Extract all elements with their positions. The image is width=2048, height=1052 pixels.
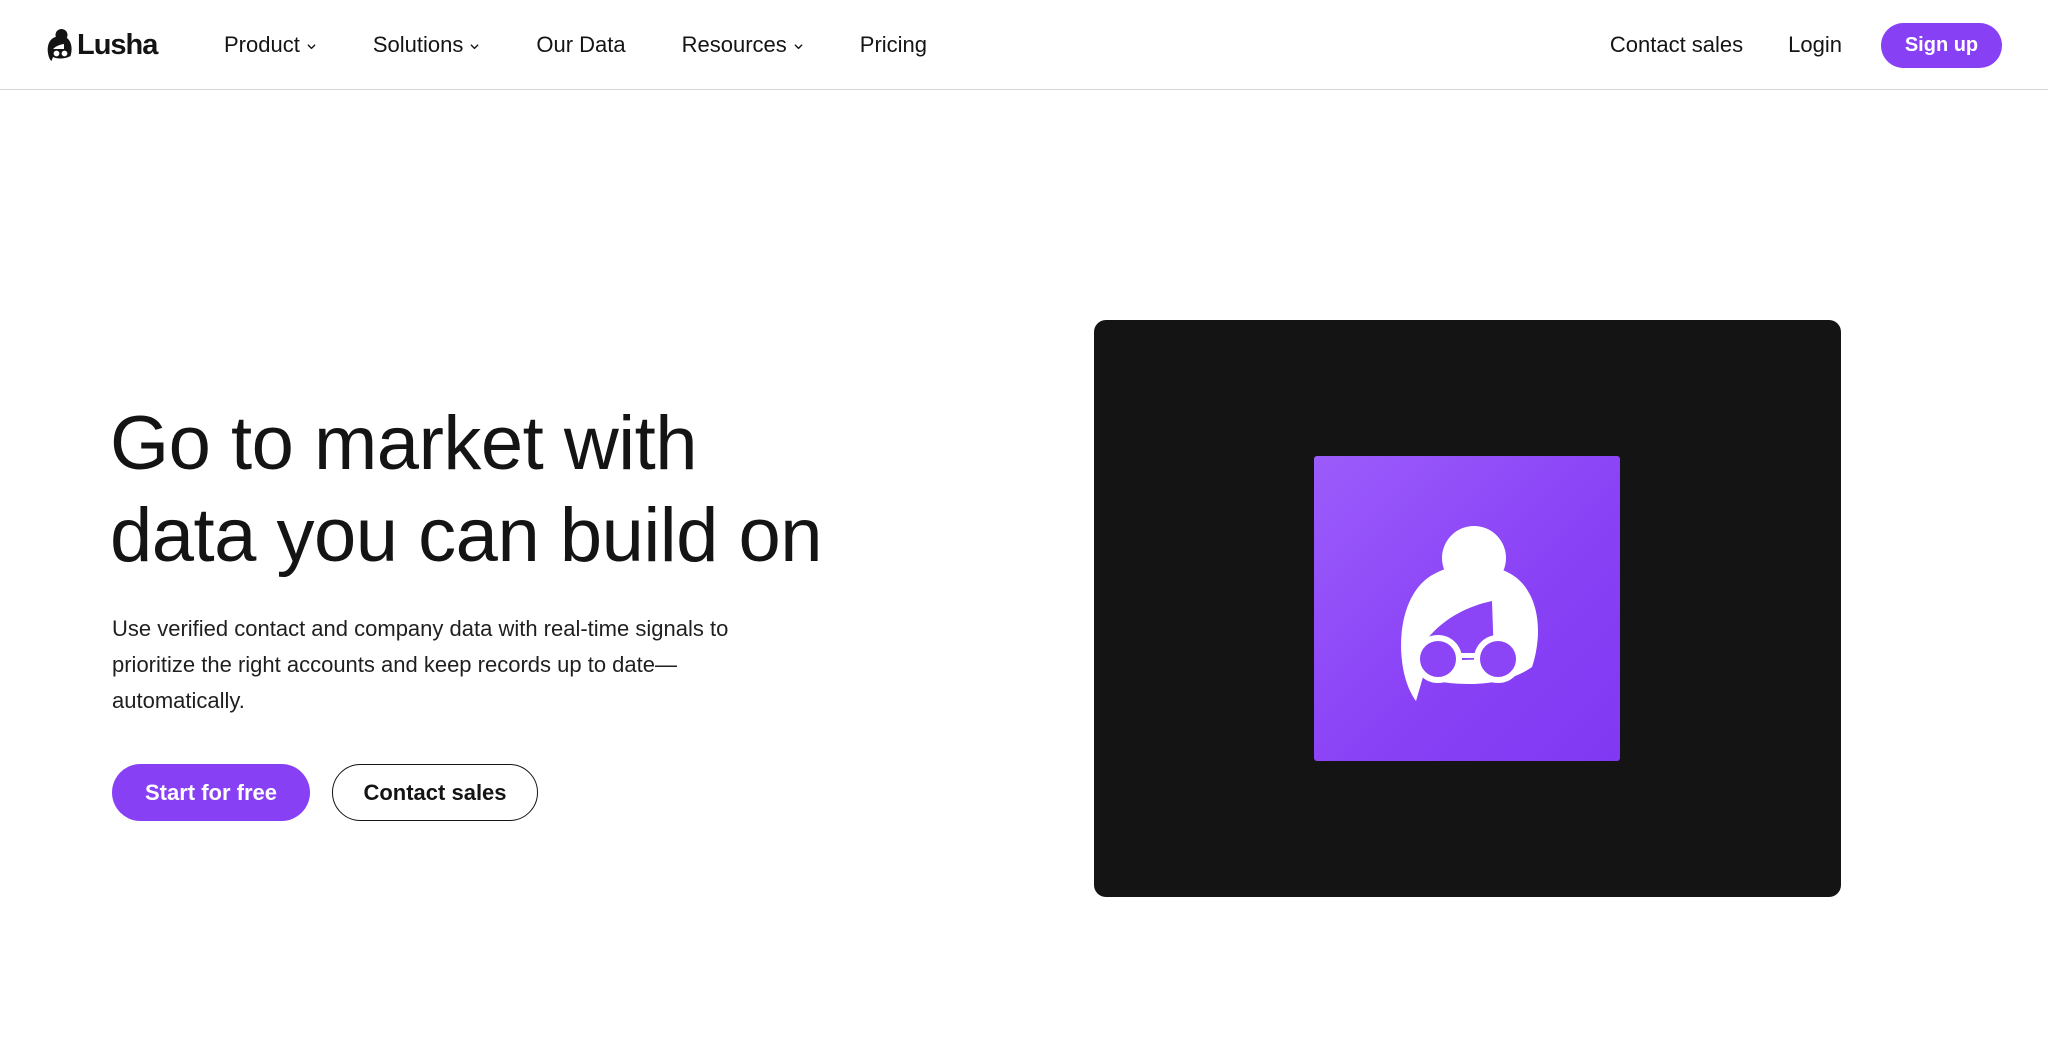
- chevron-down-icon: [307, 43, 316, 49]
- start-for-free-button[interactable]: Start for free: [112, 764, 310, 821]
- hero-title-line-1: Go to market with: [110, 401, 698, 486]
- nav-item-label: Solutions: [372, 32, 464, 57]
- chevron-down-icon: [470, 43, 479, 49]
- contact-sales-link[interactable]: Contact sales: [1610, 32, 1743, 58]
- main-nav: Product Solutions Our Data Resources Pri…: [224, 0, 927, 90]
- lusha-logo[interactable]: Lusha: [46, 28, 158, 62]
- site-header: Lusha Product Solutions Our Data Resourc…: [0, 0, 2048, 90]
- brand-tile: [1314, 456, 1620, 761]
- lusha-logo-icon: [47, 29, 72, 61]
- hero-title: Go to market with data you can build on: [110, 398, 930, 582]
- nav-item-label: Product: [224, 32, 300, 57]
- hero-subtitle: Use verified contact and company data wi…: [112, 616, 729, 713]
- nav-item-product[interactable]: Product: [224, 32, 317, 58]
- nav-item-pricing[interactable]: Pricing: [860, 32, 927, 58]
- logo-wordmark: Lusha: [77, 28, 158, 61]
- nav-item-solutions[interactable]: Solutions: [373, 32, 481, 58]
- header-actions: Contact sales Login Sign up: [1610, 0, 2002, 90]
- hero-media-card: [1094, 320, 1841, 897]
- chevron-down-icon: [794, 43, 803, 49]
- login-link[interactable]: Login: [1788, 32, 1842, 58]
- nav-item-resources[interactable]: Resources: [682, 32, 804, 58]
- sign-up-button[interactable]: Sign up: [1881, 22, 2002, 68]
- contact-sales-button[interactable]: Contact sales: [332, 764, 538, 821]
- hero-cta-group: Start for free Contact sales: [112, 764, 538, 821]
- nav-item-label: Our Data: [536, 32, 626, 57]
- nav-item-label: Resources: [681, 32, 787, 57]
- hero-title-line-2: data you can build on: [110, 493, 823, 578]
- nav-item-label: Pricing: [859, 32, 928, 57]
- lusha-mascot-icon: [1401, 526, 1538, 701]
- nav-item-our-data[interactable]: Our Data: [536, 32, 625, 58]
